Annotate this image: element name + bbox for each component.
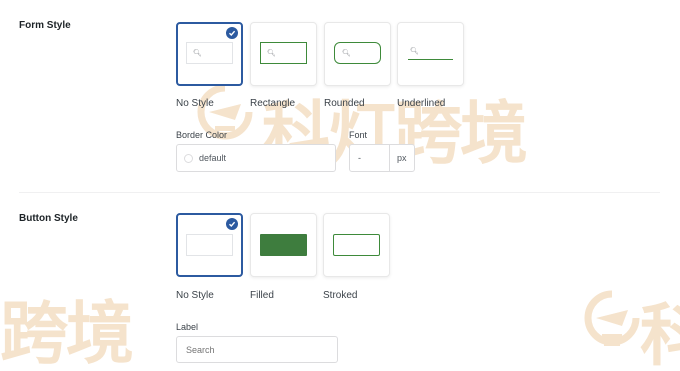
button-style-option-stroked[interactable] [323,213,390,277]
button-style-title: Button Style [19,213,78,224]
watermark-logo-right [582,288,642,350]
border-color-value: default [199,153,227,163]
preview-rectangle-input: 🔍︎ [260,42,307,64]
form-style-option-no-style[interactable]: 🔍︎ [176,22,243,86]
check-icon [226,218,238,230]
form-style-caption-no-style: No Style [176,98,214,109]
form-style-title: Form Style [19,20,71,31]
form-style-option-underlined[interactable]: 🔍︎ [397,22,464,86]
preview-stroked-button [333,234,380,256]
check-icon [226,27,238,39]
font-unit-divider [389,145,390,171]
search-icon: 🔍︎ [342,50,351,57]
font-size-input[interactable]: - px [349,144,415,172]
border-color-label: Border Color [176,130,228,140]
border-color-picker[interactable]: default [176,144,336,172]
button-style-option-filled[interactable] [250,213,317,277]
form-style-caption-rounded: Rounded [324,98,365,109]
button-style-caption-filled: Filled [250,290,274,301]
form-style-option-rounded[interactable]: 🔍︎ [324,22,391,86]
search-icon: 🔍︎ [193,50,202,57]
form-style-option-rectangle[interactable]: 🔍︎ [250,22,317,86]
preview-underlined-input: 🔍︎ [408,42,453,60]
font-size-unit: px [397,153,407,163]
preview-filled-button [260,234,307,256]
form-style-caption-rectangle: Rectangle [250,98,296,109]
watermark-text-lower: 跨境 [0,295,134,371]
color-swatch-icon [184,154,193,163]
section-divider [19,192,660,193]
button-style-option-no-style[interactable] [176,213,243,277]
search-icon: 🔍︎ [267,50,276,57]
search-icon: 🔍︎ [410,48,419,55]
preview-rounded-input: 🔍︎ [334,42,381,64]
font-label: Font [349,130,368,140]
form-style-caption-underlined: Underlined [397,98,446,109]
font-size-value: - [358,153,361,163]
preview-no-style-input: 🔍︎ [186,42,233,64]
label-field-label: Label [176,322,199,332]
button-style-caption-stroked: Stroked [323,290,358,301]
label-input[interactable] [176,336,338,363]
watermark-text-right: 科 [640,297,680,371]
preview-no-style-button [186,234,233,256]
button-style-caption-no-style: No Style [176,290,214,301]
